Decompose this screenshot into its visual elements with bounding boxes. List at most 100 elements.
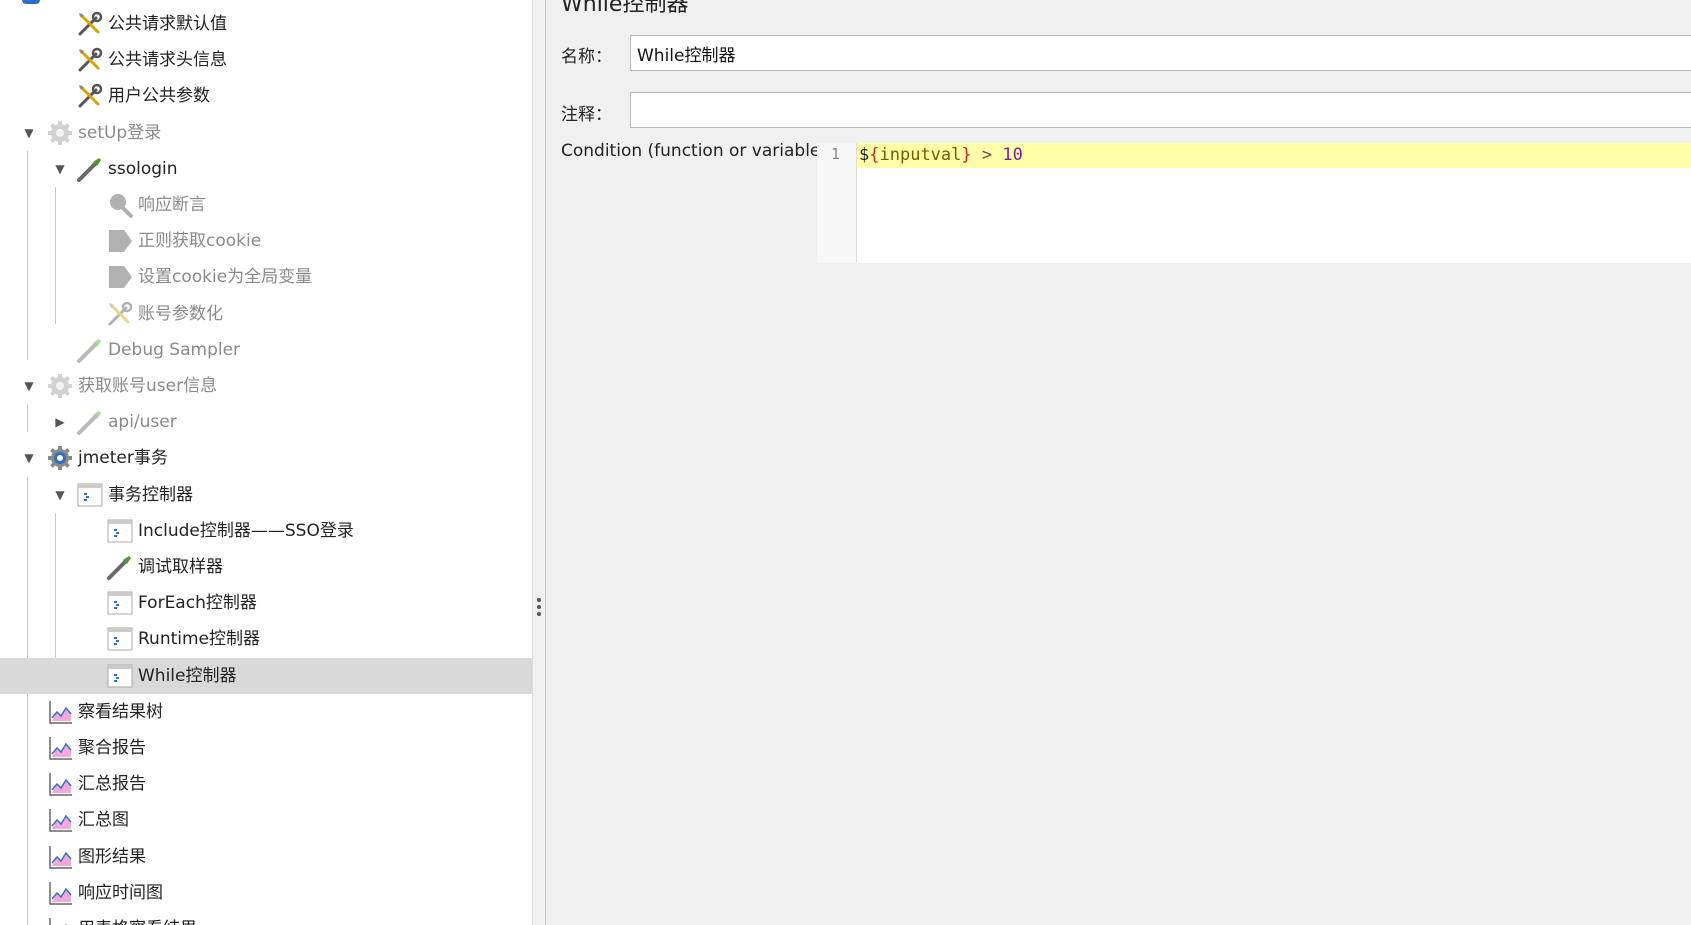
tree-node-label: 正则获取cookie	[138, 231, 262, 252]
tree-node[interactable]: 察看结果树	[0, 694, 532, 730]
tree-node[interactable]: Debug Sampler	[0, 332, 532, 368]
code-number: 10	[1002, 145, 1023, 165]
tree-node-label: setUp登录	[78, 122, 162, 143]
tree-node-label: 获取账号user信息	[78, 376, 218, 396]
tree-node[interactable]: 公共请求默认值	[0, 6, 532, 42]
tree-node-label: Include控制器——SSO登录	[138, 520, 354, 541]
graph-icon	[46, 770, 74, 798]
tree-node[interactable]: ▼ setUp登录	[0, 115, 532, 151]
controller-icon	[106, 517, 134, 545]
expand-toggle-icon[interactable]: ▼	[53, 488, 67, 502]
tree-node-label: api/user	[108, 412, 177, 433]
comment-field[interactable]	[630, 92, 1691, 128]
tree-node[interactable]: ▼ 事务控制器	[0, 477, 532, 513]
tree-node[interactable]: ▼ 获取账号user信息	[0, 368, 532, 404]
tree-node[interactable]: ▶ api/user	[0, 404, 532, 440]
gear-icon	[46, 372, 74, 400]
tree-node-label: ForEach控制器	[138, 593, 257, 614]
magnifier-icon	[106, 191, 134, 219]
tree-node-label: 用户公共参数	[108, 86, 210, 107]
panel-splitter[interactable]	[532, 0, 546, 925]
tree-node-label: 汇总报告	[78, 774, 146, 795]
expand-toggle-icon[interactable]: ▼	[22, 379, 36, 393]
tree-node[interactable]: 图形结果	[0, 839, 532, 875]
controller-icon	[106, 589, 134, 617]
tree-node[interactable]: ForEach控制器	[0, 585, 532, 621]
code-dollar: $	[859, 145, 870, 165]
tree-node[interactable]: 用表格察看结果	[0, 911, 532, 925]
tree-node-label: Debug Sampler	[108, 339, 241, 360]
tree-node[interactable]: While控制器	[0, 657, 532, 694]
tree-node-label: 设置cookie为全局变量	[138, 267, 313, 288]
code-brace-open: {	[869, 145, 880, 165]
gear-icon	[46, 444, 74, 472]
tree-node-label: 汇总图	[78, 810, 129, 831]
tree-node-label: 事务控制器	[108, 484, 193, 505]
wrench-screwdriver-icon	[106, 300, 134, 328]
controller-icon	[76, 481, 104, 509]
test-plan-tree[interactable]: 公共请求默认值 公共请求头信息 用户公共参数 ▼ setUp登录 ▼ ssologin 响应断…	[0, 0, 532, 925]
line-number: 1	[830, 145, 840, 163]
graph-icon	[46, 843, 74, 871]
code-brace-close: }	[961, 145, 972, 165]
tree-node[interactable]: ▼ ssologin	[0, 151, 532, 187]
tree-node-label: 响应断言	[138, 195, 206, 215]
splitter-grip-icon	[537, 598, 541, 619]
tree-node-label: 察看结果树	[78, 701, 163, 722]
tree-node-label: 账号参数化	[138, 303, 223, 324]
tree-node-label: 图形结果	[78, 846, 146, 867]
panel-title: While控制器	[561, 0, 689, 17]
code-operator: >	[971, 145, 1003, 165]
tree-node-label: While控制器	[138, 665, 237, 686]
tree-node-label: 公共请求默认值	[108, 14, 227, 34]
wrench-screwdriver-icon	[76, 82, 104, 110]
tree-node[interactable]: 用户公共参数	[0, 78, 532, 114]
tag-icon	[106, 263, 134, 291]
pipette-icon	[76, 408, 104, 436]
wrench-screwdriver-icon	[76, 46, 104, 74]
tree-node[interactable]: Include控制器——SSO登录	[0, 513, 532, 549]
tree-node-label: ssologin	[108, 158, 178, 179]
tree-node[interactable]: 响应时间图	[0, 875, 532, 911]
pipette-icon	[76, 336, 104, 364]
pipette-icon	[76, 155, 104, 183]
graph-icon	[46, 879, 74, 907]
expand-toggle-icon[interactable]: ▼	[22, 126, 36, 140]
name-field[interactable]: While控制器	[630, 35, 1691, 71]
tree-node[interactable]: Runtime控制器	[0, 621, 532, 657]
pipette-icon	[106, 553, 134, 581]
code-line[interactable]: ${inputval} > 10	[857, 143, 1691, 168]
tree-node[interactable]: 正则获取cookie	[0, 223, 532, 259]
code-variable: inputval	[879, 145, 962, 165]
expand-toggle-icon[interactable]: ▼	[53, 162, 67, 176]
while-controller-editor: While控制器 名称： While控制器 注释： Condition (fun…	[546, 0, 1691, 925]
line-gutter: 1	[817, 143, 857, 263]
tree-node[interactable]: ▼ jmeter事务	[0, 440, 532, 476]
tree-node-label: 响应时间图	[78, 882, 163, 903]
tag-icon	[106, 227, 134, 255]
tree-node-label: 用表格察看结果	[78, 918, 197, 925]
tree-node[interactable]: 聚合报告	[0, 730, 532, 766]
controller-icon	[106, 662, 134, 690]
expand-toggle-icon[interactable]: ▼	[22, 451, 36, 465]
comment-label: 注释：	[561, 105, 612, 125]
graph-icon	[46, 734, 74, 762]
gear-icon	[46, 119, 74, 147]
name-label: 名称：	[561, 47, 612, 67]
tree-node-label: Runtime控制器	[138, 629, 261, 650]
tree-node[interactable]: 汇总报告	[0, 766, 532, 802]
tree-node[interactable]: 设置cookie为全局变量	[0, 259, 532, 295]
clipped-node-icon	[22, 0, 40, 4]
tree-node[interactable]: 汇总图	[0, 802, 532, 838]
graph-icon	[46, 806, 74, 834]
tree-node[interactable]: 响应断言	[0, 187, 532, 223]
tree-node[interactable]: 公共请求头信息	[0, 42, 532, 78]
condition-code-editor[interactable]: 1 ${inputval} > 10	[817, 143, 1691, 263]
tree-node-label: 公共请求头信息	[108, 50, 227, 71]
collapse-toggle-icon[interactable]: ▶	[53, 415, 67, 429]
tree-node-label: 聚合报告	[78, 738, 146, 758]
controller-icon	[106, 625, 134, 653]
tree-node[interactable]: 账号参数化	[0, 296, 532, 332]
condition-label: Condition (function or variable)	[561, 141, 828, 161]
tree-node[interactable]: 调试取样器	[0, 549, 532, 585]
